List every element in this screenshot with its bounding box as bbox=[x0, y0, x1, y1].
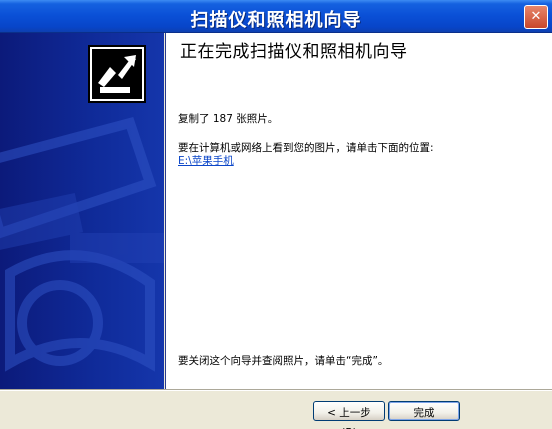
page-heading: 正在完成扫描仪和照相机向导 bbox=[180, 42, 408, 62]
back-button[interactable]: < 上一步(B) bbox=[313, 401, 385, 429]
wizard-window: 扫描仪和照相机向导 ✕ 正在完成扫描仪和照相机向导 复制了 187 张照片。 要… bbox=[0, 0, 552, 429]
window-title: 扫描仪和照相机向导 bbox=[190, 10, 362, 31]
title-bar[interactable]: 扫描仪和照相机向导 ✕ bbox=[0, 0, 552, 33]
copied-count-text: 复制了 187 张照片。 bbox=[178, 113, 279, 125]
wizard-sidebar bbox=[0, 33, 164, 390]
wizard-content: 正在完成扫描仪和照相机向导 复制了 187 张照片。 要在计算机或网络上看到您的… bbox=[165, 33, 552, 390]
destination-folder-link[interactable]: E:\苹果手机 bbox=[178, 153, 234, 168]
finish-instruction-text: 要关闭这个向导并查阅照片，请单击“完成”。 bbox=[178, 355, 389, 367]
close-button[interactable]: ✕ bbox=[524, 5, 548, 29]
button-bar: < 上一步(B) 完成 bbox=[0, 390, 552, 429]
finish-button[interactable]: 完成 bbox=[388, 401, 460, 421]
scanner-camera-wizard-icon bbox=[88, 45, 146, 103]
